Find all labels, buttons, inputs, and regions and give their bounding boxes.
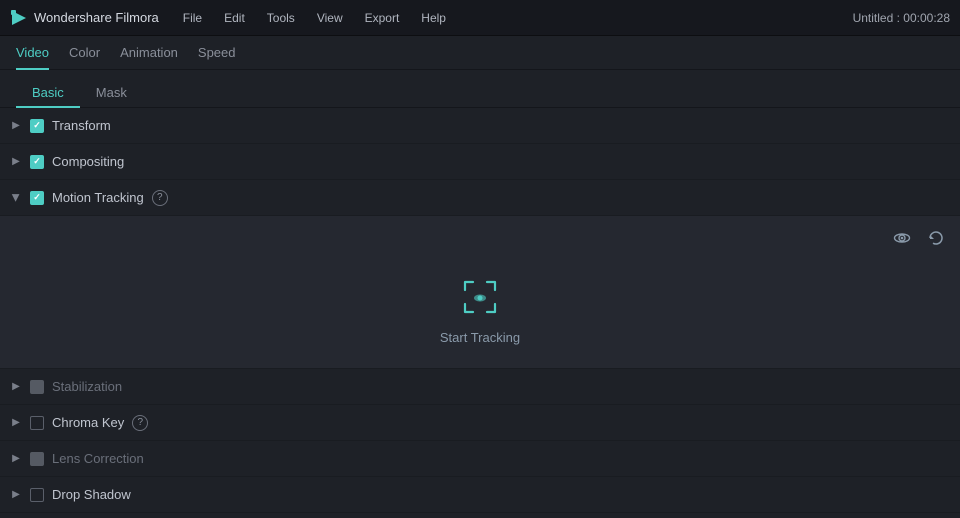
expand-arrow-lens-correction: ▶ (10, 453, 22, 465)
start-tracking-label[interactable]: Start Tracking (440, 330, 520, 345)
checkbox-transform[interactable] (30, 119, 44, 133)
label-transform: Transform (52, 118, 111, 133)
expand-arrow-transform: ▶ (10, 120, 22, 132)
label-motion-tracking: Motion Tracking (52, 190, 144, 205)
subtab-basic[interactable]: Basic (16, 79, 80, 108)
label-chroma-key: Chroma Key (52, 415, 124, 430)
expand-arrow-chroma-key: ▶ (10, 417, 22, 429)
checkbox-stabilization[interactable] (30, 380, 44, 394)
tracking-panel: Start Tracking (0, 216, 960, 369)
section-chroma-key[interactable]: ▶ Chroma Key ? (0, 405, 960, 441)
subtab-mask[interactable]: Mask (80, 79, 143, 108)
menu-edit[interactable]: Edit (214, 7, 255, 29)
menu-view[interactable]: View (307, 7, 353, 29)
label-compositing: Compositing (52, 154, 124, 169)
section-motion-tracking[interactable]: ▶ Motion Tracking ? (0, 180, 960, 216)
menu-file[interactable]: File (173, 7, 212, 29)
section-auto-enhance[interactable]: ▶ Auto Enhance (0, 513, 960, 518)
tracking-toolbar (10, 224, 950, 252)
section-stabilization[interactable]: ▶ Stabilization (0, 369, 960, 405)
label-drop-shadow: Drop Shadow (52, 487, 131, 502)
tracking-reset-button[interactable] (922, 224, 950, 252)
label-stabilization: Stabilization (52, 379, 122, 394)
checkbox-drop-shadow[interactable] (30, 488, 44, 502)
menu-tools[interactable]: Tools (257, 7, 305, 29)
app-name: Wondershare Filmora (34, 10, 159, 25)
expand-arrow-motion-tracking: ▶ (10, 192, 22, 204)
tracking-target-icon (459, 276, 501, 318)
section-drop-shadow[interactable]: ▶ Drop Shadow (0, 477, 960, 513)
tracking-view-button[interactable] (888, 224, 916, 252)
expand-arrow-drop-shadow: ▶ (10, 489, 22, 501)
reset-icon (927, 229, 945, 247)
target-icon-svg (459, 276, 501, 318)
section-lens-correction[interactable]: ▶ Lens Correction (0, 441, 960, 477)
checkbox-motion-tracking[interactable] (30, 191, 44, 205)
tracking-content: Start Tracking (10, 260, 950, 360)
checkbox-lens-correction[interactable] (30, 452, 44, 466)
expand-arrow-compositing: ▶ (10, 156, 22, 168)
help-icon-motion-tracking[interactable]: ? (152, 190, 168, 206)
help-icon-chroma-key[interactable]: ? (132, 415, 148, 431)
expand-arrow-stabilization: ▶ (10, 381, 22, 393)
section-compositing[interactable]: ▶ Compositing (0, 144, 960, 180)
checkbox-compositing[interactable] (30, 155, 44, 169)
eye-icon (893, 229, 911, 247)
main-tabbar: Video Color Animation Speed (0, 36, 960, 70)
checkbox-chroma-key[interactable] (30, 416, 44, 430)
menu-export[interactable]: Export (355, 7, 410, 29)
label-lens-correction: Lens Correction (52, 451, 144, 466)
properties-panel: Basic Mask ▶ Transform ▶ Compositing ▶ M… (0, 70, 960, 518)
tab-video[interactable]: Video (16, 37, 49, 70)
project-title: Untitled : 00:00:28 (853, 11, 950, 25)
tab-color[interactable]: Color (69, 37, 100, 70)
section-transform[interactable]: ▶ Transform (0, 108, 960, 144)
menu-help[interactable]: Help (411, 7, 456, 29)
subtabbar: Basic Mask (0, 70, 960, 108)
menu-bar: File Edit Tools View Export Help (173, 7, 853, 29)
tab-animation[interactable]: Animation (120, 37, 178, 70)
titlebar: Wondershare Filmora File Edit Tools View… (0, 0, 960, 36)
app-logo: Wondershare Filmora (10, 9, 159, 27)
filmora-logo-icon (10, 9, 28, 27)
tab-speed[interactable]: Speed (198, 37, 236, 70)
